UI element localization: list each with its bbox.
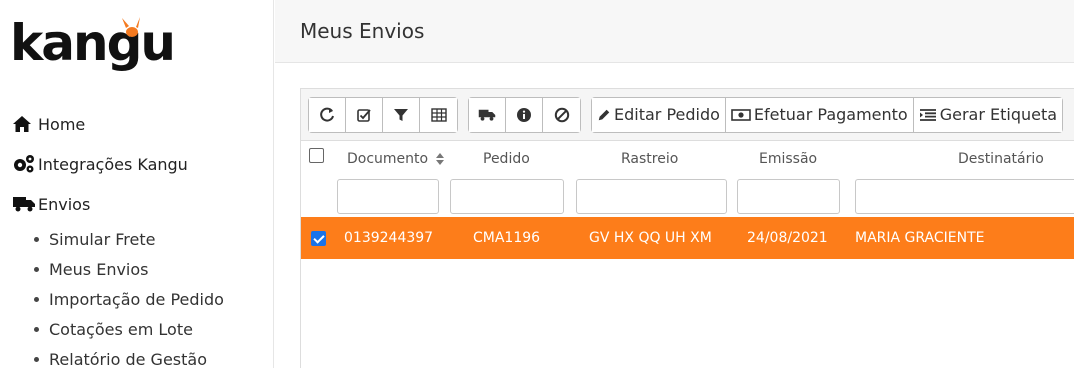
sidebar-item-label: Home (38, 114, 86, 134)
submenu-item-label: Importação de Pedido (49, 289, 224, 309)
column-header-rastreio[interactable]: Rastreio (621, 151, 678, 167)
generate-label-button[interactable]: Gerar Etiqueta (913, 97, 1063, 132)
sidebar-item-integracoes[interactable]: Integrações Kangu (12, 144, 224, 184)
sidebar-item-label: Integrações Kangu (38, 154, 188, 174)
logo-graphic: kangu (10, 14, 176, 72)
money-icon (731, 108, 751, 121)
make-payment-button[interactable]: Efetuar Pagamento (725, 97, 914, 132)
bullet-icon (34, 236, 39, 242)
bullet-icon (34, 296, 39, 302)
truck-icon (12, 195, 38, 213)
submenu-item-meus-envios[interactable]: Meus Envios (34, 254, 224, 284)
ban-icon (554, 107, 569, 122)
sidebar-item-envios[interactable]: Envios (12, 184, 224, 224)
column-header-pedido[interactable]: Pedido (483, 151, 530, 167)
gears-icon (12, 154, 38, 174)
submenu-item-label: Cotações em Lote (49, 319, 193, 339)
filter-emissao-input[interactable] (737, 179, 840, 214)
cell-documento: 0139244397 (344, 230, 434, 246)
sort-icon (435, 153, 444, 165)
sidebar-item-home[interactable]: Home (12, 104, 224, 144)
sidebar-item-label: Envios (38, 194, 91, 214)
toolbar: Editar Pedido Efetuar Pagamento Gerar Et… (301, 89, 1074, 141)
cancel-button[interactable] (543, 97, 580, 132)
filter-destinatario-input[interactable] (855, 179, 1074, 214)
checked-icon (311, 230, 326, 246)
table-row[interactable]: 0139244397 CMA1196 GV HX QQ UH XM 24/08/… (301, 217, 1074, 259)
truck-icon (478, 109, 496, 121)
button-label: Editar Pedido (614, 105, 720, 124)
cell-rastreio: GV HX QQ UH XM (589, 230, 712, 246)
column-header-documento[interactable]: Documento (347, 151, 444, 167)
submenu-item-importacao-pedido[interactable]: Importação de Pedido (34, 284, 224, 314)
check-square-icon (357, 108, 371, 122)
ship-button[interactable] (469, 97, 506, 132)
pencil-icon (598, 109, 610, 120)
table-header: Documento Pedido Rastreio Emissão Destin… (301, 142, 1074, 178)
submenu-item-cotacoes-lote[interactable]: Cotações em Lote (34, 314, 224, 344)
submenu-item-label: Meus Envios (49, 259, 149, 279)
page-title: Meus Envios (300, 19, 425, 43)
info-icon (517, 107, 531, 122)
row-checkbox[interactable] (311, 217, 326, 259)
sidebar: kangu Home Integrações Kangu Envios Simu… (0, 0, 274, 368)
info-button[interactable] (506, 97, 543, 132)
button-label: Efetuar Pagamento (753, 105, 908, 124)
sidebar-nav: Home Integrações Kangu Envios Simular Fr… (12, 104, 224, 368)
envios-submenu: Simular Frete Meus Envios Importação de … (34, 224, 224, 368)
refresh-button[interactable] (309, 97, 346, 132)
select-all-checkbox[interactable] (309, 148, 324, 163)
toolbar-group-actions: Editar Pedido Efetuar Pagamento Gerar Et… (591, 96, 1064, 133)
filter-documento-input[interactable] (337, 179, 439, 214)
shipments-panel: Editar Pedido Efetuar Pagamento Gerar Et… (300, 88, 1074, 368)
bullet-icon (34, 266, 39, 272)
submenu-item-relatorio-gestao[interactable]: Relatório de Gestão (34, 344, 224, 368)
filter-icon (394, 108, 408, 121)
page-header: Meus Envios (275, 0, 1074, 63)
submenu-item-simular-frete[interactable]: Simular Frete (34, 224, 224, 254)
column-header-label: Documento (347, 151, 429, 167)
cell-emissao: 24/08/2021 (747, 230, 828, 246)
bullet-icon (34, 356, 39, 362)
column-header-destinatario[interactable]: Destinatário (958, 151, 1044, 167)
list-icon (919, 108, 936, 121)
select-all-button[interactable] (346, 97, 383, 132)
logo-text: kangu (10, 14, 174, 72)
home-icon (12, 115, 38, 133)
toolbar-group-shipping (468, 96, 581, 133)
column-header-emissao[interactable]: Emissão (759, 151, 817, 167)
kangu-logo[interactable]: kangu (10, 14, 190, 74)
submenu-item-label: Simular Frete (49, 229, 156, 249)
table-icon (430, 107, 447, 122)
filter-pedido-input[interactable] (450, 179, 564, 214)
columns-button[interactable] (420, 97, 457, 132)
cell-destinatario: MARIA GRACIENTE (855, 230, 985, 246)
cell-pedido: CMA1196 (473, 230, 541, 246)
edit-order-button[interactable]: Editar Pedido (592, 97, 726, 132)
toolbar-group-view (308, 96, 458, 133)
submenu-item-label: Relatório de Gestão (49, 349, 207, 368)
filter-button[interactable] (383, 97, 420, 132)
filter-rastreio-input[interactable] (576, 179, 727, 214)
main-content: Meus Envios Editar Pedido Efetuar Pagame… (275, 0, 1074, 368)
button-label: Gerar Etiqueta (939, 105, 1058, 124)
bullet-icon (34, 326, 39, 332)
refresh-icon (320, 107, 334, 122)
